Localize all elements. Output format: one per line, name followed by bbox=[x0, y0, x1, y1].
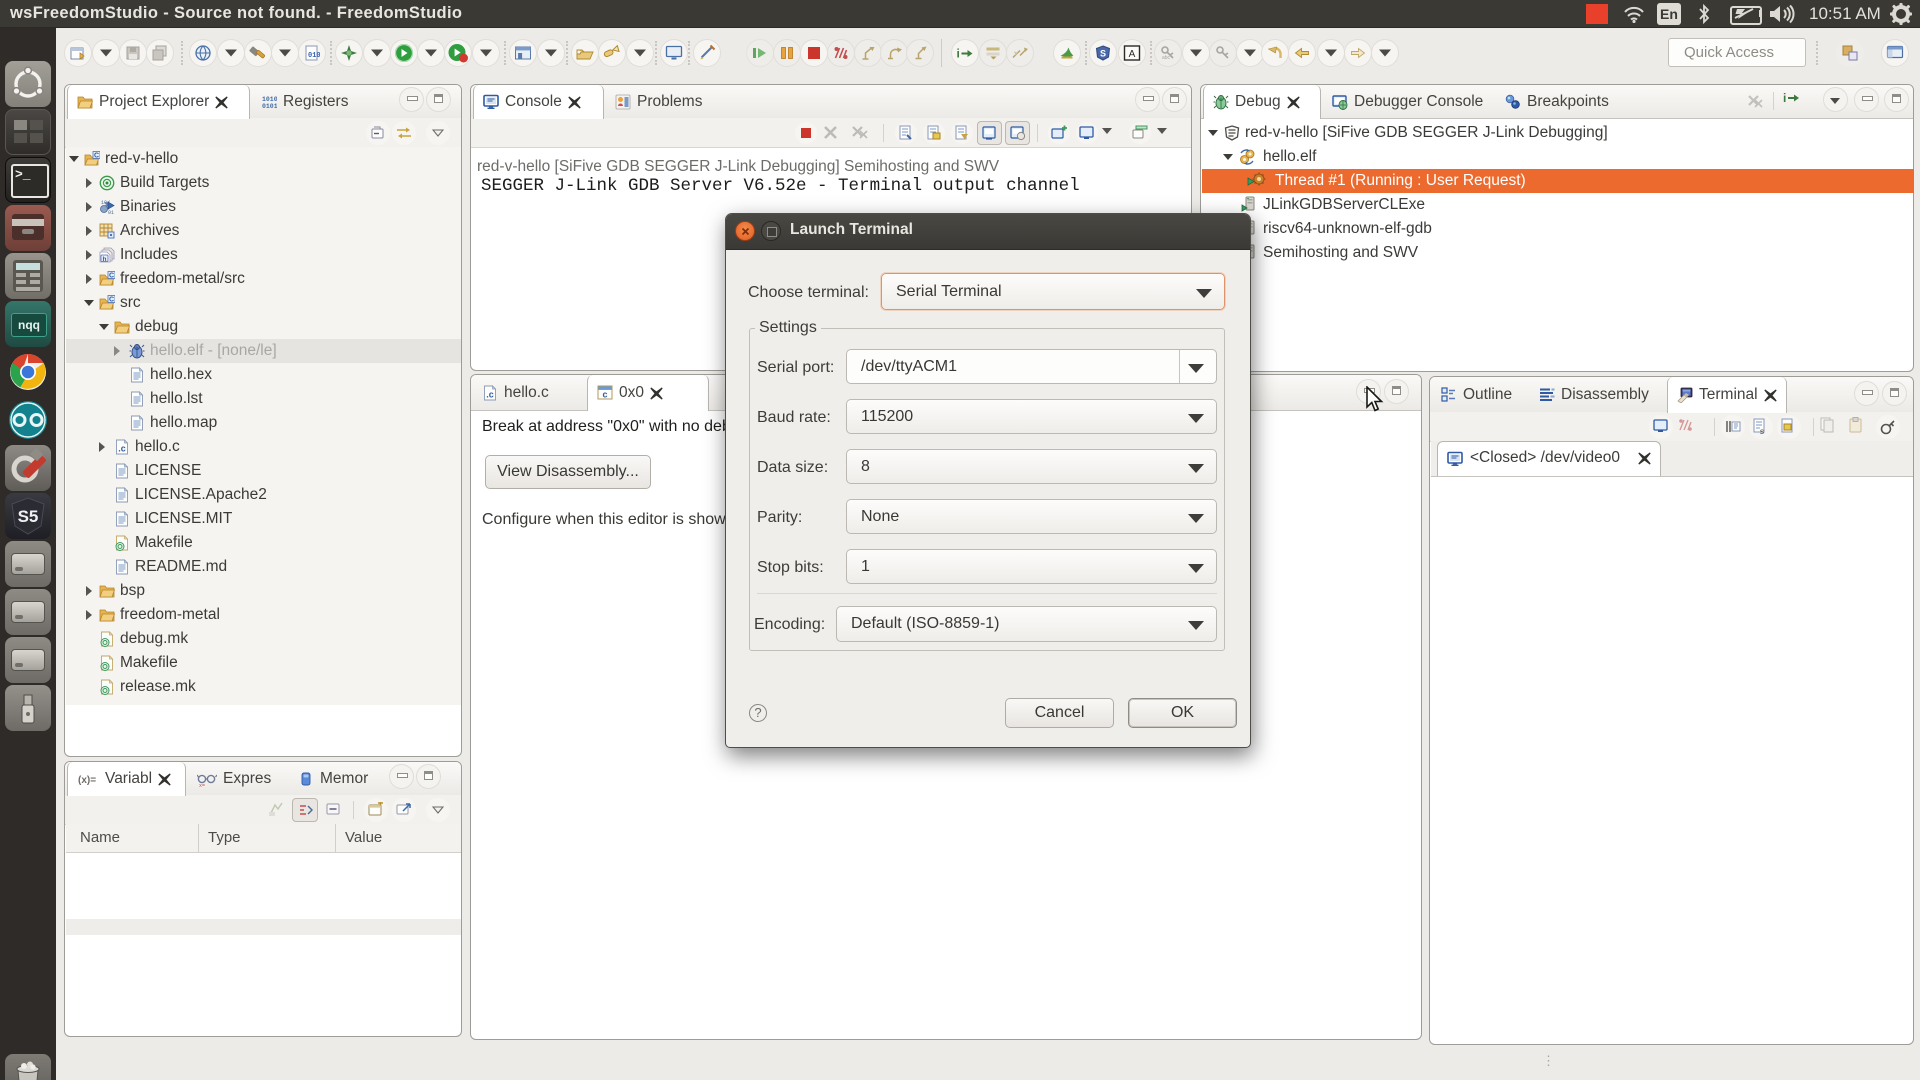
svg-text:S5: S5 bbox=[18, 507, 39, 526]
svg-text:i: i bbox=[957, 47, 960, 60]
svg-text:i: i bbox=[1783, 91, 1786, 105]
svg-text:A: A bbox=[1129, 49, 1136, 60]
svg-text:abc: abc bbox=[1162, 55, 1171, 60]
svg-text:s: s bbox=[1760, 427, 1764, 435]
svg-text:010: 010 bbox=[308, 52, 320, 60]
svg-text:S: S bbox=[1100, 49, 1106, 59]
